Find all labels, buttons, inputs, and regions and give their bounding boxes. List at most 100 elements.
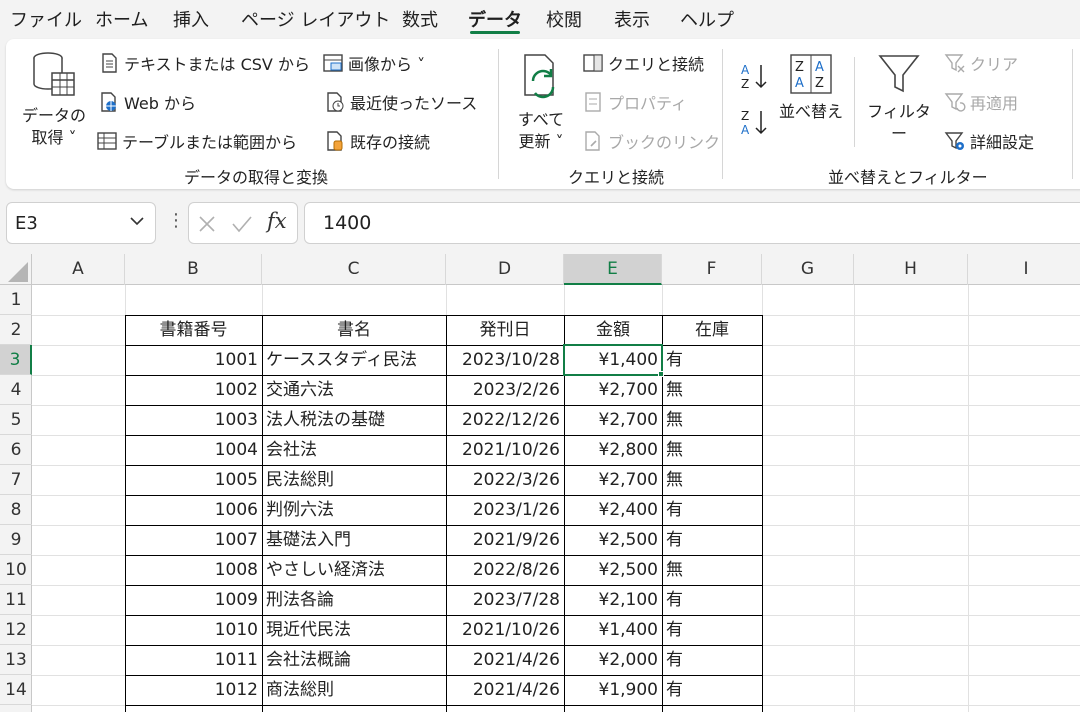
table-cell[interactable]: 有: [662, 585, 762, 615]
table-cell[interactable]: 2021/4/26: [446, 645, 564, 675]
table-header-cell[interactable]: 書籍番号: [125, 315, 262, 345]
table-cell[interactable]: 現近代民法: [262, 615, 446, 645]
table-cell[interactable]: ¥2,500: [564, 555, 662, 585]
table-cell[interactable]: 無: [662, 555, 762, 585]
from-table-button[interactable]: テーブルまたは範囲から: [96, 129, 297, 153]
table-cell[interactable]: 有: [662, 645, 762, 675]
table-cell[interactable]: 2021/10/26: [446, 435, 564, 465]
table-cell[interactable]: 無: [662, 435, 762, 465]
filter-button[interactable]: フィルター: [864, 53, 934, 145]
table-cell[interactable]: 有: [662, 525, 762, 555]
name-box[interactable]: E3: [6, 202, 156, 244]
table-cell[interactable]: 1007: [125, 525, 262, 555]
table-cell[interactable]: ¥2,100: [564, 585, 662, 615]
table-cell[interactable]: ¥2,700: [564, 375, 662, 405]
existing-connections-button[interactable]: 既存の接続: [324, 129, 430, 153]
table-cell[interactable]: 2021/10/26: [446, 615, 564, 645]
clear-filter-button[interactable]: クリア: [944, 51, 1018, 75]
column-header-i[interactable]: I: [968, 254, 1080, 285]
table-cell[interactable]: ¥2,700: [564, 465, 662, 495]
tab-data[interactable]: データ: [468, 6, 522, 32]
table-cell[interactable]: 交通六法: [262, 375, 446, 405]
table-cell[interactable]: 2022/3/26: [446, 465, 564, 495]
table-cell[interactable]: ¥2,500: [564, 525, 662, 555]
table-cell[interactable]: 2023/7/28: [446, 585, 564, 615]
tab-file[interactable]: ファイル: [10, 6, 82, 32]
tab-help[interactable]: ヘルプ: [680, 6, 734, 32]
worksheet-grid[interactable]: ABCDEFGHI 1 2 3 4 5 6 7 8 9 10 11 12 13 14 書籍番号 書名 発刊日金…: [0, 254, 1080, 712]
sort-descending-button[interactable]: ZA: [739, 107, 769, 137]
insert-function-button[interactable]: fx: [267, 209, 287, 233]
column-header-h[interactable]: H: [854, 254, 968, 285]
properties-button[interactable]: プロパティ: [582, 90, 687, 114]
table-cell[interactable]: 基礎法入門: [262, 525, 446, 555]
row-header-7[interactable]: 7: [0, 465, 32, 495]
table-cell[interactable]: 会社法概論: [262, 645, 446, 675]
row-header-10[interactable]: 10: [0, 555, 32, 585]
table-cell[interactable]: 1009: [125, 585, 262, 615]
table-cell[interactable]: 1012: [125, 675, 262, 705]
table-cell[interactable]: 2023/10/28: [446, 345, 564, 375]
table-cell[interactable]: やさしい経済法: [262, 555, 446, 585]
fill-handle[interactable]: [658, 371, 664, 377]
table-cell[interactable]: 1004: [125, 435, 262, 465]
chevron-down-icon[interactable]: [129, 213, 145, 229]
table-cell[interactable]: 2022/8/26: [446, 555, 564, 585]
table-cell[interactable]: ¥2,400: [564, 495, 662, 525]
table-cell[interactable]: 1003: [125, 405, 262, 435]
queries-connections-button[interactable]: クエリと接続: [582, 51, 704, 75]
table-header-cell[interactable]: 書名: [262, 315, 446, 345]
row-header-5[interactable]: 5: [0, 405, 32, 435]
row-header-4[interactable]: 4: [0, 375, 32, 405]
table-cell[interactable]: ¥2,000: [564, 645, 662, 675]
table-cell[interactable]: 無: [662, 375, 762, 405]
table-cell[interactable]: 有: [662, 345, 762, 375]
table-cell[interactable]: 有: [662, 495, 762, 525]
workbook-links-button[interactable]: ブックのリンク: [582, 129, 720, 153]
table-cell[interactable]: 商法総則: [262, 675, 446, 705]
table-cell[interactable]: 刑法各論: [262, 585, 446, 615]
sort-ascending-button[interactable]: AZ: [739, 61, 769, 91]
row-header-1[interactable]: 1: [0, 285, 32, 315]
column-header-a[interactable]: A: [32, 254, 125, 285]
column-header-e[interactable]: E: [564, 254, 662, 285]
table-cell[interactable]: 有: [662, 675, 762, 705]
row-header-12[interactable]: 12: [0, 615, 32, 645]
advanced-filter-button[interactable]: 詳細設定: [944, 129, 1034, 153]
table-cell[interactable]: 1002: [125, 375, 262, 405]
tab-page-layout[interactable]: ページ レイアウト: [241, 6, 390, 32]
row-header-3[interactable]: 3: [0, 345, 32, 375]
column-header-b[interactable]: B: [125, 254, 262, 285]
tab-formulas[interactable]: 数式: [402, 6, 438, 32]
sort-button[interactable]: Z A A Z 並べ替え: [776, 53, 846, 123]
column-header-g[interactable]: G: [762, 254, 854, 285]
enter-check-icon[interactable]: [231, 214, 253, 234]
table-header-cell[interactable]: 在庫: [662, 315, 762, 345]
column-header-f[interactable]: F: [662, 254, 762, 285]
table-header-cell[interactable]: 発刊日: [446, 315, 564, 345]
table-cell[interactable]: 2023/1/26: [446, 495, 564, 525]
from-picture-button[interactable]: 画像から ˅: [322, 51, 425, 75]
row-header-14[interactable]: 14: [0, 675, 32, 705]
table-cell[interactable]: 無: [662, 405, 762, 435]
refresh-all-button[interactable]: すべて 更新 ˅: [511, 51, 571, 153]
get-data-button[interactable]: データの 取得 ˅: [20, 51, 88, 149]
table-cell[interactable]: 1008: [125, 555, 262, 585]
tab-review[interactable]: 校閲: [546, 6, 582, 32]
from-text-csv-button[interactable]: テキストまたは CSV から: [98, 51, 310, 75]
table-header-cell[interactable]: 金額: [564, 315, 662, 345]
column-header-c[interactable]: C: [262, 254, 446, 285]
table-cell[interactable]: 判例六法: [262, 495, 446, 525]
table-cell[interactable]: ¥1,900: [564, 675, 662, 705]
table-cell[interactable]: 無: [662, 465, 762, 495]
table-cell[interactable]: 会社法: [262, 435, 446, 465]
row-header-8[interactable]: 8: [0, 495, 32, 525]
table-cell[interactable]: 1005: [125, 465, 262, 495]
row-header-13[interactable]: 13: [0, 645, 32, 675]
table-cell[interactable]: 2022/12/26: [446, 405, 564, 435]
table-cell[interactable]: 2021/4/26: [446, 675, 564, 705]
more-options-icon[interactable]: ⋮: [167, 210, 185, 231]
table-cell[interactable]: 有: [662, 615, 762, 645]
tab-home[interactable]: ホーム: [95, 6, 148, 32]
table-cell[interactable]: ¥2,800: [564, 435, 662, 465]
